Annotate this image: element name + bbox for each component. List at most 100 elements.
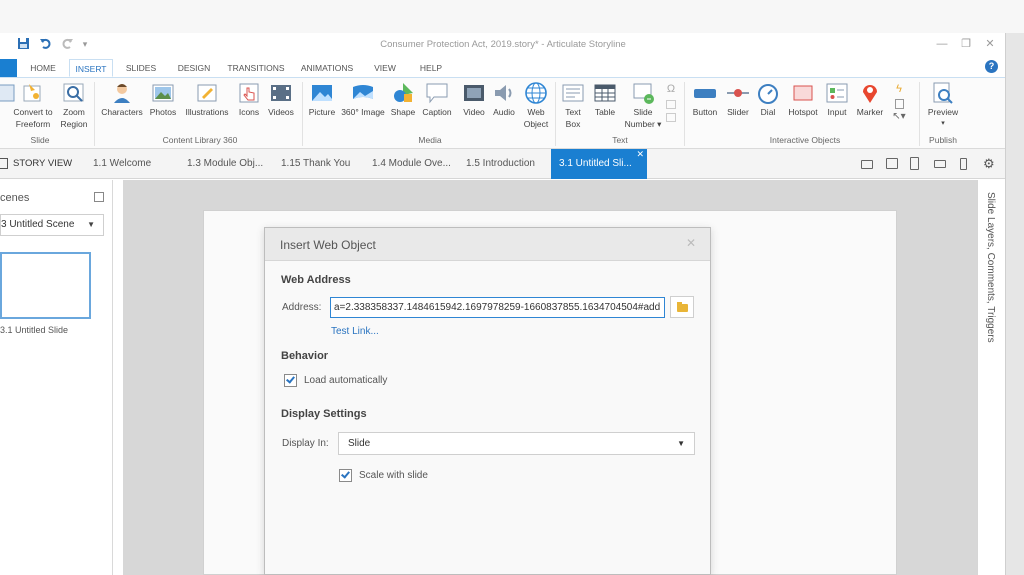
button-tool[interactable]: Button: [688, 81, 722, 133]
gear-icon[interactable]: ⚙: [983, 156, 995, 172]
marker-tool[interactable]: Marker: [854, 81, 886, 133]
zoom-region-button[interactable]: Zoom Region: [58, 81, 90, 133]
scale-with-slide-checkbox[interactable]: [339, 469, 352, 482]
browse-folder-button[interactable]: [670, 296, 694, 318]
chevron-down-icon: ▼: [677, 439, 685, 448]
tab-home[interactable]: HOME: [22, 59, 64, 77]
icons-label: Icons: [238, 107, 260, 117]
ribbon-partial-button[interactable]: [0, 81, 15, 133]
slide-tab[interactable]: 1.3 Module Obj...: [187, 149, 263, 179]
photos-button[interactable]: Photos: [146, 81, 180, 133]
trigger-tools[interactable]: ϟ ↖▾: [888, 82, 910, 134]
load-automatically-checkbox[interactable]: [284, 374, 297, 387]
close-icon[interactable]: ✕: [686, 236, 696, 250]
address-input[interactable]: a=2.338358337.1484615942.1697978259-1660…: [330, 297, 665, 318]
slide-tab[interactable]: 1.15 Thank You: [281, 149, 350, 179]
hotspot-tool[interactable]: Hotspot: [784, 81, 822, 133]
video-icon: [464, 85, 484, 101]
maximize-icon[interactable]: ❐: [958, 36, 974, 52]
right-side-panel[interactable]: Slide Layers, Comments, Triggers: [977, 180, 1005, 575]
interactive-group-label: Interactive Objects: [769, 135, 841, 145]
help-icon[interactable]: ?: [985, 60, 998, 73]
scenes-title: cenes: [0, 192, 30, 204]
slide-thumbnail-label: 3.1 Untitled Slide: [0, 325, 69, 335]
caption-icon: [426, 83, 448, 104]
videos-label: Videos: [268, 107, 294, 117]
tablet-landscape-icon[interactable]: [886, 158, 898, 169]
window-title: Consumer Protection Act, 2019.story* - A…: [380, 39, 626, 50]
slide-thumbnail[interactable]: [0, 252, 91, 319]
slider-tool[interactable]: Slider: [722, 81, 754, 133]
convert-freeform-button[interactable]: Convert to Freeform: [10, 81, 56, 133]
close-window-icon[interactable]: ✕: [982, 36, 998, 52]
caption-button[interactable]: Caption: [418, 81, 456, 133]
icons-button[interactable]: Icons: [236, 81, 262, 133]
audio-button[interactable]: Audio: [490, 81, 518, 133]
slide-group-label: Slide: [30, 135, 50, 145]
phone-portrait-icon[interactable]: [960, 158, 967, 170]
slider-icon: [727, 89, 749, 97]
tab-transitions[interactable]: TRANSITIONS: [224, 59, 288, 77]
picture-button[interactable]: Picture: [304, 81, 340, 133]
convert-freeform-label-2: Freeform: [15, 119, 51, 129]
folder-icon: [677, 302, 688, 312]
dial-tool[interactable]: Dial: [754, 81, 782, 133]
shape-button[interactable]: Shape: [388, 81, 418, 133]
tab-animations[interactable]: ANIMATIONS: [294, 59, 360, 77]
ribbon-separator: [555, 82, 556, 146]
illustrations-button[interactable]: Illustrations: [182, 81, 232, 133]
text-box-label-2: Box: [565, 119, 581, 129]
characters-button[interactable]: Characters: [100, 81, 144, 133]
video-button[interactable]: Video: [460, 81, 488, 133]
illustrations-icon: [197, 84, 217, 102]
panel-pin-icon[interactable]: [94, 192, 104, 202]
media-group-label: Media: [418, 135, 442, 145]
picture-icon: [312, 85, 332, 101]
right-panel-label: Slide Layers, Comments, Triggers: [985, 192, 996, 343]
slide-tab[interactable]: 1.1 Welcome: [93, 149, 151, 179]
tab-help[interactable]: HELP: [412, 59, 450, 77]
close-tab-icon[interactable]: ✕: [636, 139, 644, 169]
display-in-select[interactable]: Slide ▼: [338, 432, 695, 455]
text-box-button[interactable]: Text Box: [558, 81, 588, 133]
minimize-icon[interactable]: —: [934, 36, 950, 52]
table-button[interactable]: Table: [590, 81, 620, 133]
tab-view[interactable]: VIEW: [366, 59, 404, 77]
behavior-heading: Behavior: [281, 350, 329, 362]
slide-tab[interactable]: 1.5 Introduction: [466, 149, 535, 179]
tab-insert[interactable]: INSERT: [69, 59, 113, 77]
picture-label: Picture: [308, 107, 336, 117]
outer-right-band: [1006, 33, 1024, 575]
symbol-button[interactable]: Ω: [664, 82, 678, 134]
outer-top-band: [0, 0, 1024, 33]
web-object-button[interactable]: Web Object: [520, 81, 552, 133]
slide-tab[interactable]: 1.4 Module Ove...: [372, 149, 451, 179]
web-address-heading: Web Address: [281, 274, 351, 286]
story-view-icon: [0, 158, 8, 169]
tab-slides[interactable]: SLIDES: [118, 59, 164, 77]
pointer-icon: ↖▾: [892, 111, 906, 122]
tab-file[interactable]: [0, 59, 17, 77]
tablet-portrait-icon[interactable]: [910, 157, 919, 170]
ribbon-separator: [684, 82, 685, 146]
image-360-button[interactable]: 360° Image: [340, 81, 386, 133]
preview-dropdown-icon: ▾: [941, 120, 945, 127]
input-icon: [826, 83, 848, 103]
scene-dropdown[interactable]: 3 Untitled Scene ▼: [0, 214, 104, 236]
tab-story-view[interactable]: STORY VIEW: [13, 149, 72, 179]
desktop-view-icon[interactable]: [861, 160, 873, 169]
preview-button[interactable]: Preview ▾: [924, 81, 962, 133]
zoom-region-label-2: Region: [60, 119, 88, 129]
content-library-label: Content Library 360: [162, 135, 238, 145]
globe-icon: [525, 82, 547, 104]
videos-button[interactable]: Videos: [264, 81, 298, 133]
test-link[interactable]: Test Link...: [331, 326, 379, 337]
input-tool[interactable]: Input: [822, 81, 852, 133]
slide-number-button[interactable]: Slide Number ▾: [622, 81, 664, 133]
phone-landscape-icon[interactable]: [934, 160, 946, 168]
slide-tab-active[interactable]: 3.1 Untitled Sli... ✕: [551, 149, 647, 179]
tab-design[interactable]: DESIGN: [170, 59, 218, 77]
button-icon: [694, 89, 716, 98]
photos-icon: [152, 84, 174, 102]
text-box-label-1: Text: [565, 107, 581, 117]
